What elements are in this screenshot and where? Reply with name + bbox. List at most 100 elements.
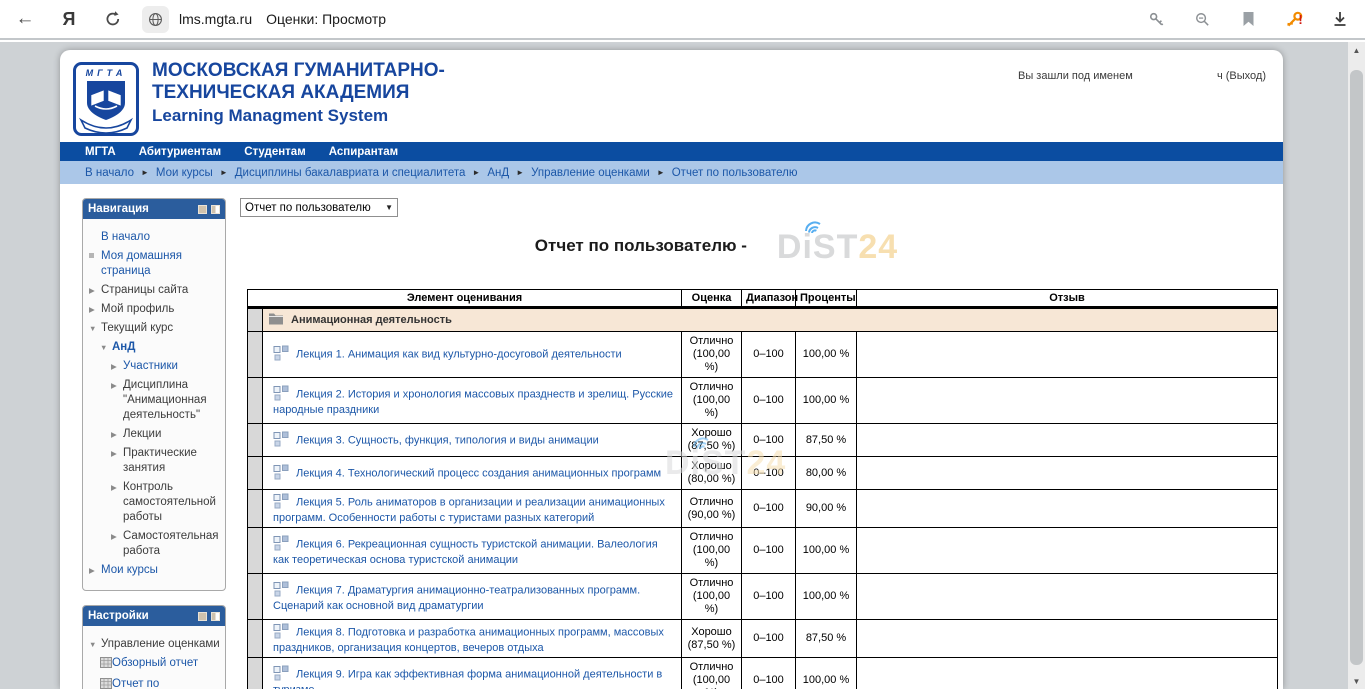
activity-link[interactable]: Лекция 6. Рекреационная сущность туристс…: [273, 538, 658, 566]
activity-link[interactable]: Лекция 3. Сущность, функция, типология и…: [296, 434, 599, 446]
breadcrumb-link[interactable]: Дисциплины бакалавриата и специалитета: [235, 167, 466, 179]
sidebar-item-label: Мой профиль: [101, 302, 222, 317]
block-dock-icon[interactable]: [211, 205, 220, 214]
report-grid-icon: [100, 677, 112, 689]
percent-cell: 100,00 %: [796, 378, 857, 424]
activity-link[interactable]: Лекция 1. Анимация как вид культурно-дос…: [296, 348, 622, 360]
address-bar-page-title[interactable]: Оценки: Просмотр: [266, 11, 386, 27]
breadcrumb: В начало ► Мои курсы ► Дисциплины бакалавриа…: [60, 161, 1283, 184]
breadcrumb-separator-icon: ►: [516, 168, 524, 177]
zoom-page-icon[interactable]: [1191, 8, 1213, 30]
percent-cell: 100,00 %: [796, 658, 857, 689]
breadcrumb-link[interactable]: В начало: [85, 167, 134, 179]
sidebar-item[interactable]: Обзорный отчет: [86, 656, 222, 673]
breadcrumb-link[interactable]: АнД: [487, 167, 509, 179]
block-collapse-icon[interactable]: [198, 612, 207, 621]
breadcrumb-separator-icon: ►: [220, 168, 228, 177]
expand-arrow-icon[interactable]: ▶: [111, 446, 123, 476]
activity-link[interactable]: Лекция 2. История и хронология массовых …: [273, 388, 673, 416]
block-collapse-icon[interactable]: [198, 205, 207, 214]
breadcrumb-link[interactable]: Отчет по пользователю: [672, 167, 798, 179]
report-type-value: Отчет по пользователю: [245, 202, 385, 214]
sidebar-item[interactable]: ▶Мои курсы: [86, 563, 222, 578]
expand-arrow-icon[interactable]: ▶: [111, 529, 123, 559]
expand-arrow-icon[interactable]: ▶: [111, 480, 123, 525]
watermark-dist24: DiST24: [777, 230, 898, 264]
bookmark-icon[interactable]: [1237, 8, 1259, 30]
feedback-cell: [857, 378, 1278, 424]
expand-arrow-icon[interactable]: ▶: [89, 283, 101, 298]
scroll-up-icon[interactable]: ▲: [1348, 42, 1365, 58]
expand-arrow-icon[interactable]: ▶: [89, 302, 101, 317]
expand-arrow-icon[interactable]: ▶: [89, 563, 101, 578]
grade-word: Хорошо: [687, 427, 736, 440]
collapse-arrow-icon[interactable]: ▼: [89, 321, 101, 336]
feedback-cell: [857, 424, 1278, 457]
logout-link[interactable]: ч (Выход): [1217, 70, 1266, 82]
range-cell: 0–100: [742, 378, 796, 424]
range-cell: 0–100: [742, 490, 796, 528]
window-scrollbar[interactable]: ▲ ▼: [1348, 42, 1365, 689]
percent-cell: 100,00 %: [796, 574, 857, 620]
collapse-arrow-icon[interactable]: ▼: [89, 637, 101, 652]
login-info: Вы зашли под именем ч (Выход): [1018, 70, 1266, 82]
sidebar-item: ▼Текущий курс: [86, 321, 222, 336]
sidebar-item[interactable]: Отчет по пользователю: [86, 677, 222, 689]
sidebar-item: ▶Мой профиль: [86, 302, 222, 317]
breadcrumb-link[interactable]: Управление оценками: [531, 167, 650, 179]
sidebar-item-label[interactable]: Мои курсы: [101, 563, 222, 578]
expand-arrow-icon[interactable]: ▶: [111, 378, 123, 423]
lms-subtitle: Learning Managment System: [152, 104, 445, 128]
nav-item[interactable]: МГТА: [85, 146, 116, 158]
grade-cell: Отлично(100,00 %): [682, 658, 742, 689]
sidebar-item-label[interactable]: АнД: [112, 340, 222, 355]
column-header: Элемент оценивания: [248, 290, 682, 308]
row-indent-cell: [248, 457, 263, 490]
yandex-browser-icon[interactable]: Я: [58, 8, 80, 30]
sidebar-item-label[interactable]: Обзорный отчет: [112, 656, 222, 673]
percent-cell: 80,00 %: [796, 457, 857, 490]
sidebar-item[interactable]: ▼АнД: [86, 340, 222, 355]
password-key-icon[interactable]: [1145, 8, 1167, 30]
lesson-icon: [273, 464, 289, 483]
grade-item-cell: Лекция 6. Рекреационная сущность туристс…: [263, 528, 682, 574]
sidebar-item-label[interactable]: Участники: [123, 359, 222, 374]
activity-link[interactable]: Лекция 7. Драматургия анимационно-театра…: [273, 584, 640, 612]
download-icon[interactable]: [1329, 8, 1351, 30]
sidebar-item-label[interactable]: Отчет по пользователю: [112, 677, 222, 689]
nav-item[interactable]: Аспирантам: [329, 146, 398, 158]
lesson-icon: [273, 665, 289, 684]
activity-link[interactable]: Лекция 9. Игра как эффективная форма ани…: [273, 668, 662, 689]
grade-percent-detail: (87,50 %): [687, 639, 736, 652]
nav-item[interactable]: Абитуриентам: [139, 146, 221, 158]
scroll-down-icon[interactable]: ▼: [1348, 673, 1365, 689]
grade-word: Отлично: [687, 531, 736, 544]
site-globe-icon[interactable]: [142, 6, 169, 33]
back-icon[interactable]: ←: [14, 8, 36, 30]
block-dock-icon[interactable]: [211, 612, 220, 621]
activity-link[interactable]: Лекция 8. Подготовка и разработка анимац…: [273, 626, 664, 654]
expand-arrow-icon[interactable]: ▶: [111, 359, 123, 374]
refresh-icon[interactable]: [102, 8, 124, 30]
sidebar-item-label: Страницы сайта: [101, 283, 222, 298]
activity-link[interactable]: Лекция 5. Роль аниматоров в организации …: [273, 496, 665, 524]
breadcrumb-link[interactable]: Мои курсы: [156, 167, 213, 179]
grade-item-row: Лекция 9. Игра как эффективная форма ани…: [248, 658, 1278, 689]
percent-cell: 87,50 %: [796, 620, 857, 658]
row-indent-cell: [248, 574, 263, 620]
address-bar-url[interactable]: lms.mgta.ru: [179, 11, 252, 27]
report-type-select[interactable]: Отчет по пользователю ▼: [240, 198, 398, 217]
sidebar-item-label: Практические занятия: [123, 446, 222, 476]
grade-percent-detail: (100,00 %): [687, 544, 736, 570]
nav-item[interactable]: Студентам: [244, 146, 306, 158]
grade-word: Отлично: [687, 496, 736, 509]
report-grid-icon: [100, 656, 112, 673]
percent-cell: 100,00 %: [796, 332, 857, 378]
protect-alert-icon[interactable]: !: [1283, 8, 1305, 30]
grade-cell: Хорошо(80,00 %): [682, 457, 742, 490]
collapse-arrow-icon[interactable]: ▼: [100, 340, 112, 355]
sidebar-item[interactable]: ▶Участники: [86, 359, 222, 374]
expand-arrow-icon[interactable]: ▶: [111, 427, 123, 442]
activity-link[interactable]: Лекция 4. Технологический процесс создан…: [296, 467, 661, 479]
scrollbar-thumb[interactable]: [1350, 70, 1363, 665]
